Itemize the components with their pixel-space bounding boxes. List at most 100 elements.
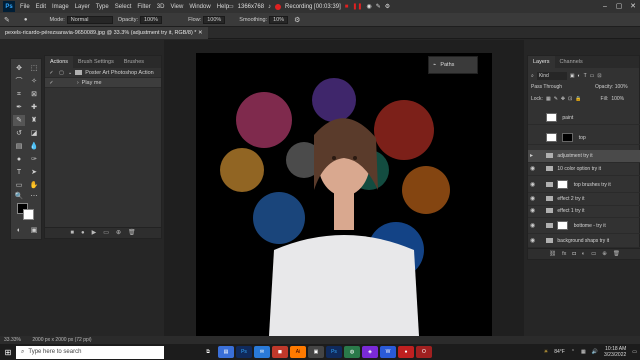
eye-icon[interactable]: ◉ bbox=[530, 235, 535, 248]
more-tools-icon[interactable]: ⋯ bbox=[28, 191, 40, 202]
opera-icon[interactable]: O bbox=[416, 346, 432, 358]
checkmark-icon[interactable]: ✓ bbox=[48, 68, 55, 78]
close-icon[interactable]: ✕ bbox=[198, 30, 203, 36]
layer-row[interactable]: ◉ effect 1 try it bbox=[528, 205, 640, 218]
eye-icon[interactable]: ◉ bbox=[530, 163, 535, 176]
mode-select[interactable]: Normal bbox=[66, 15, 113, 24]
tab-brush-settings[interactable]: Brush Settings bbox=[73, 56, 119, 68]
chevron-up-icon[interactable]: ⌃ bbox=[571, 349, 575, 355]
record-icon[interactable] bbox=[275, 3, 282, 10]
recorder-icon[interactable]: ● bbox=[398, 346, 414, 358]
weather-temp[interactable]: 84°F bbox=[554, 349, 565, 355]
action-row[interactable]: ✓ › Play me bbox=[45, 78, 161, 88]
visibility-icon[interactable]: ▸ bbox=[530, 150, 533, 163]
dodge-tool-icon[interactable]: ● bbox=[13, 154, 25, 165]
lock-pixels-icon[interactable]: ▦ bbox=[546, 96, 551, 102]
filter-smart-icon[interactable]: ⊡ bbox=[597, 73, 601, 79]
layer-row[interactable]: ◉ top brushes try it bbox=[528, 177, 640, 193]
tab-brushes[interactable]: Brushes bbox=[119, 56, 149, 68]
layer-row[interactable]: top bbox=[528, 132, 640, 145]
word-icon[interactable]: W bbox=[380, 346, 396, 358]
new-action-icon[interactable]: ⊕ bbox=[116, 228, 121, 238]
mic-icon[interactable]: ♪ bbox=[268, 4, 271, 10]
menu-filter[interactable]: Filter bbox=[134, 4, 153, 10]
shape-tool-icon[interactable]: ▭ bbox=[13, 180, 25, 191]
frame-tool-icon[interactable]: ⊠ bbox=[28, 89, 40, 100]
menu-3d[interactable]: 3D bbox=[154, 4, 168, 10]
paths-panel-collapsed[interactable]: ⌁ Paths bbox=[428, 56, 478, 74]
close-icon[interactable]: ✕ bbox=[626, 0, 640, 13]
zoom-level[interactable]: 33.33% bbox=[4, 337, 21, 343]
windows-start-icon[interactable]: ⊞ bbox=[0, 344, 16, 360]
menu-edit[interactable]: Edit bbox=[33, 4, 49, 10]
lasso-tool-icon[interactable]: ⌒ bbox=[13, 76, 25, 87]
marquee-tool-icon[interactable]: ⬚ bbox=[28, 63, 40, 74]
crop-tool-icon[interactable]: ⌗ bbox=[13, 89, 25, 100]
weather-icon[interactable]: ☀ bbox=[544, 349, 548, 355]
filter-adjust-icon[interactable]: ◐ bbox=[578, 73, 581, 79]
blur-tool-icon[interactable]: 💧 bbox=[28, 141, 40, 152]
pen-icon[interactable]: ✎ bbox=[376, 3, 381, 10]
fill-field[interactable]: 100% bbox=[611, 96, 624, 102]
opacity-field[interactable]: 100% bbox=[139, 15, 163, 24]
brush-tool-icon[interactable]: ✎ bbox=[13, 115, 25, 126]
path-select-icon[interactable]: ➤ bbox=[28, 167, 40, 178]
settings-icon[interactable]: ⚙ bbox=[385, 3, 390, 10]
photoshop-active-icon[interactable]: Ps bbox=[326, 346, 342, 358]
trash-icon[interactable]: 🗑 bbox=[128, 228, 136, 238]
new-set-icon[interactable]: ▭ bbox=[103, 228, 109, 238]
filter-pixel-icon[interactable]: ▣ bbox=[570, 73, 575, 79]
menu-select[interactable]: Select bbox=[112, 4, 135, 10]
volume-icon[interactable]: 🔊 bbox=[592, 349, 598, 355]
chrome-icon[interactable]: ◍ bbox=[344, 346, 360, 358]
zoom-tool-icon[interactable]: 🔍 bbox=[13, 191, 25, 202]
blend-mode-select[interactable]: Pass Through bbox=[531, 84, 575, 90]
action-set-row[interactable]: ✓ ▢ ⌄ Poster Art Photoshop Action bbox=[45, 68, 161, 78]
move-tool-icon[interactable]: ✥ bbox=[13, 63, 25, 74]
record-icon[interactable]: ● bbox=[81, 228, 85, 238]
filter-type-icon[interactable]: T bbox=[584, 73, 587, 79]
stop-icon[interactable]: ■ bbox=[70, 228, 74, 238]
smoothing-field[interactable]: 10% bbox=[269, 15, 289, 24]
tab-layers[interactable]: Layers bbox=[528, 56, 555, 68]
checkmark-icon[interactable]: ✓ bbox=[48, 78, 55, 88]
chevron-down-icon[interactable]: ⌄ bbox=[68, 68, 72, 78]
quick-select-icon[interactable]: ✧ bbox=[28, 76, 40, 87]
office-icon[interactable]: ◼ bbox=[272, 346, 288, 358]
notifications-icon[interactable]: ▭ bbox=[632, 349, 637, 355]
tab-channels[interactable]: Channels bbox=[555, 56, 588, 68]
pen-tool-icon[interactable]: ✑ bbox=[28, 154, 40, 165]
stamp-tool-icon[interactable]: ♜ bbox=[28, 115, 40, 126]
taskbar-search[interactable]: ⌕ Type here to search bbox=[16, 345, 164, 359]
lock-move-icon[interactable]: ✥ bbox=[561, 96, 565, 102]
pause-icon[interactable]: ❚❚ bbox=[352, 3, 362, 10]
hand-tool-icon[interactable]: ✋ bbox=[28, 180, 40, 191]
add-mask-icon[interactable]: ◘ bbox=[572, 249, 575, 259]
type-tool-icon[interactable]: T bbox=[13, 167, 25, 178]
clock[interactable]: 10:18 AM 3/23/2022 bbox=[604, 346, 626, 358]
illustrator-icon[interactable]: Ai bbox=[290, 346, 306, 358]
dialog-toggle-icon[interactable]: ▢ bbox=[58, 68, 65, 78]
mail-icon[interactable]: ✉ bbox=[254, 346, 270, 358]
menu-window[interactable]: Window bbox=[186, 4, 213, 10]
network-icon[interactable]: ▦ bbox=[581, 349, 586, 355]
maximize-icon[interactable]: ▢ bbox=[612, 0, 626, 13]
layer-row[interactable]: ◉ 10 color option try it bbox=[528, 163, 640, 176]
background-color-swatch[interactable] bbox=[23, 209, 34, 220]
app-icon[interactable]: ▣ bbox=[308, 346, 324, 358]
new-layer-icon[interactable]: ⊕ bbox=[602, 249, 607, 259]
flow-field[interactable]: 100% bbox=[203, 15, 226, 24]
menu-file[interactable]: File bbox=[17, 4, 33, 10]
play-icon[interactable]: ▶ bbox=[92, 228, 97, 238]
minimize-icon[interactable]: – bbox=[598, 0, 612, 13]
chevron-right-icon[interactable]: › bbox=[77, 78, 79, 88]
document-tab[interactable]: pexels-ricardo-pérezsaravia-9650089.jpg … bbox=[0, 27, 208, 39]
eye-icon[interactable]: ◉ bbox=[530, 218, 535, 234]
eye-icon[interactable]: ◉ bbox=[530, 205, 535, 218]
kind-select[interactable]: Kind bbox=[536, 71, 567, 80]
lock-paint-icon[interactable]: ✎ bbox=[554, 96, 558, 102]
opacity-field[interactable]: 100% bbox=[615, 84, 628, 90]
menu-type[interactable]: Type bbox=[93, 4, 112, 10]
task-view-icon[interactable]: ⧉ bbox=[200, 346, 216, 358]
brush-tool-icon[interactable]: ✎ bbox=[4, 16, 10, 24]
